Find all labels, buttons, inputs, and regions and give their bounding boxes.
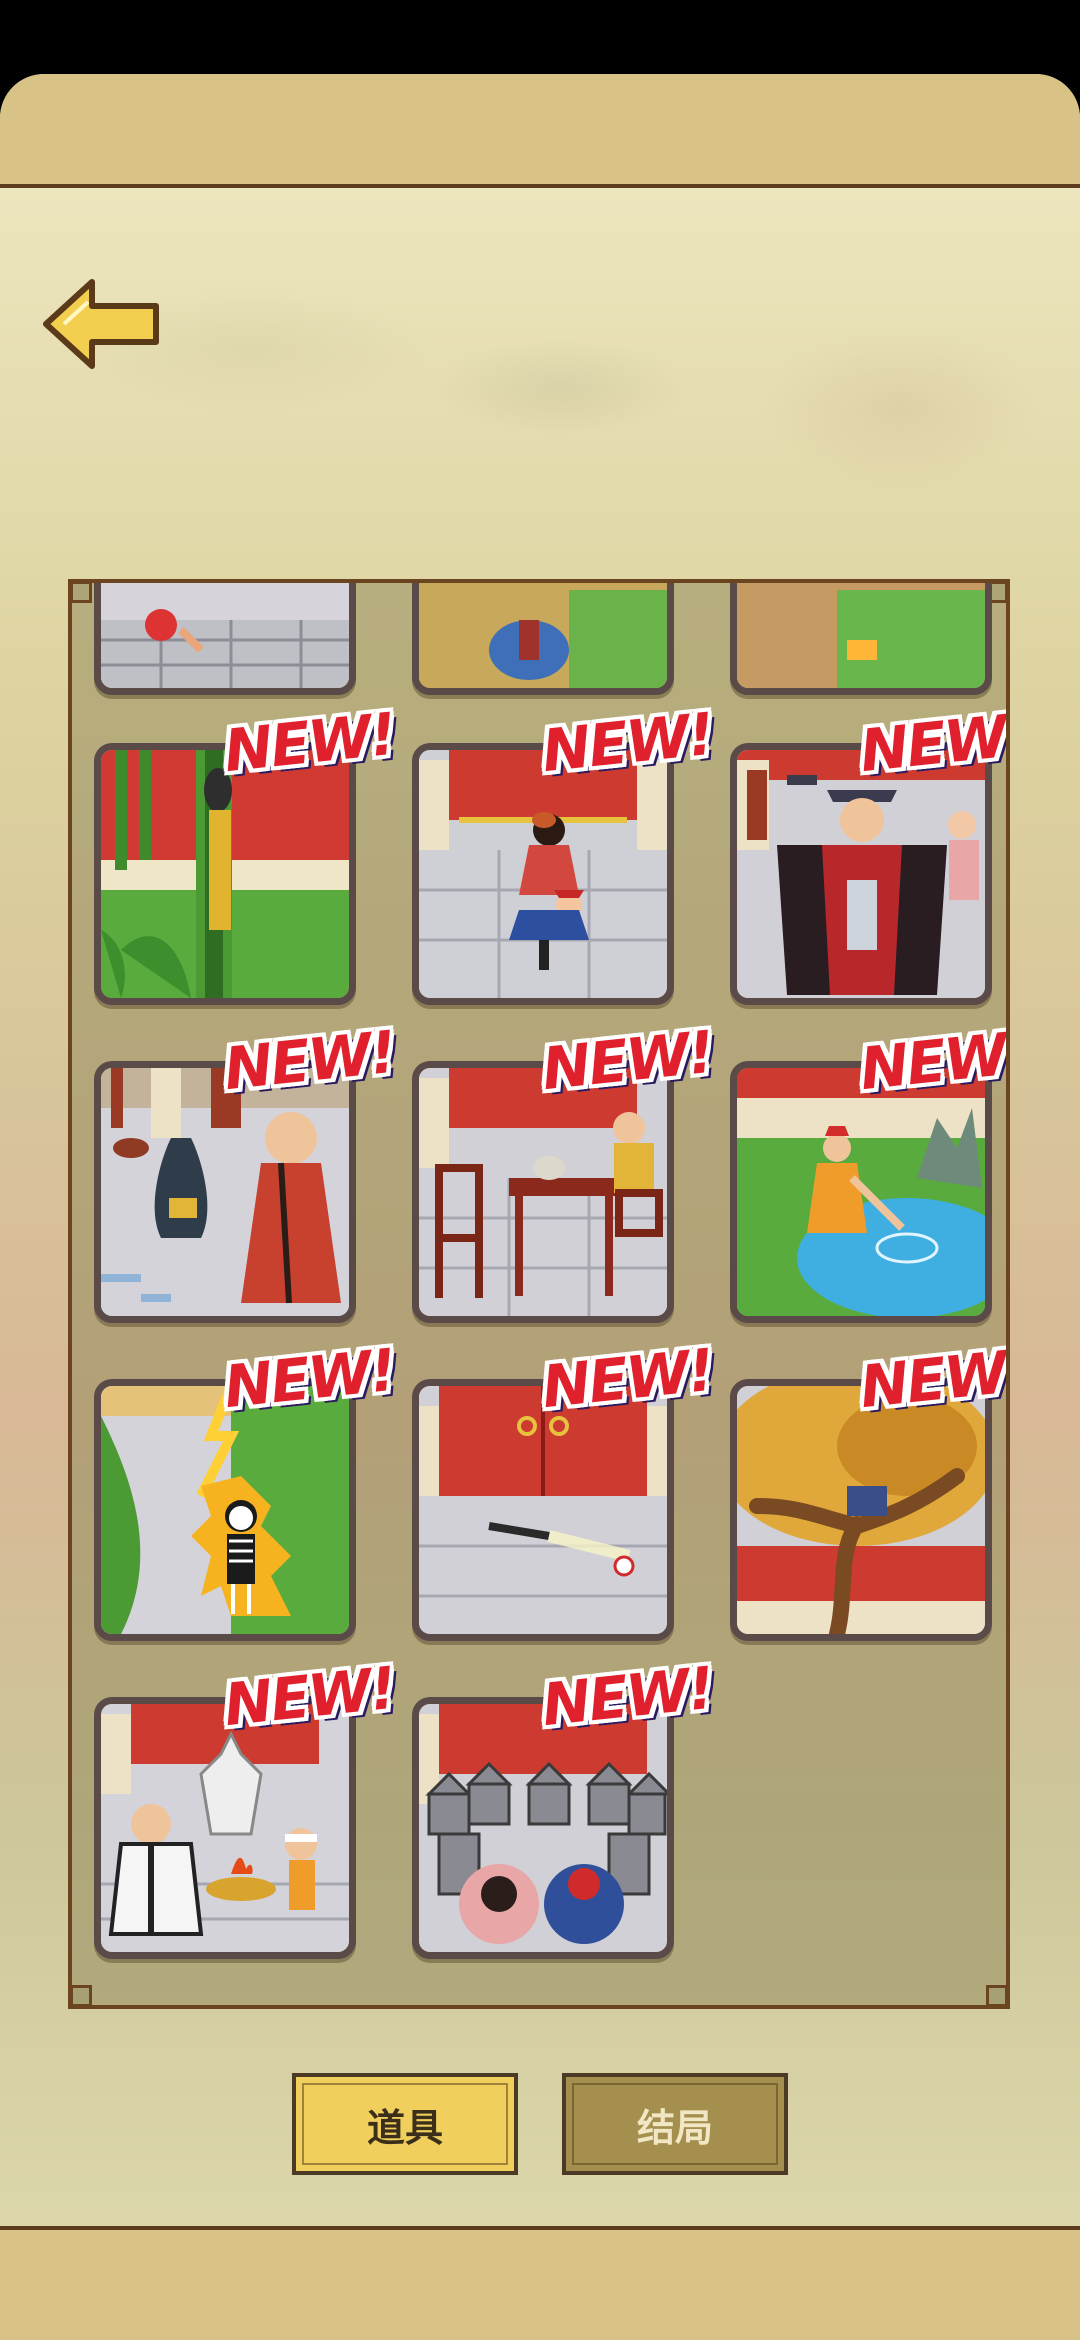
tab-endings-label: 结局 xyxy=(636,2105,713,2150)
back-arrow-button[interactable] xyxy=(40,274,164,374)
ending-card-brazier-ghost[interactable] xyxy=(94,1697,356,1959)
ending-card-partial-2[interactable] xyxy=(412,583,674,695)
endings-gallery-panel: NEW! NEW! NEW! NEW! NEW! NEW! NEW! NEW! … xyxy=(68,579,1010,2009)
tab-items-button[interactable]: 道具 xyxy=(292,2073,518,2175)
top-bar xyxy=(0,74,1080,188)
game-screen: NEW! NEW! NEW! NEW! NEW! NEW! NEW! NEW! … xyxy=(0,74,1080,2340)
ending-card-partial-1[interactable] xyxy=(94,583,356,695)
ending-card-official-robe[interactable] xyxy=(730,743,992,1005)
tab-endings-button[interactable]: 结局 xyxy=(562,2073,788,2175)
ending-card-lightning-skeleton[interactable] xyxy=(94,1379,356,1641)
ending-card-pond-fishing[interactable] xyxy=(730,1061,992,1323)
bottom-bar xyxy=(0,2226,1080,2340)
left-arrow-icon xyxy=(43,279,159,369)
ending-card-autumn-tree[interactable] xyxy=(730,1379,992,1641)
ending-card-tree-hanging[interactable] xyxy=(94,743,356,1005)
tab-items-label: 道具 xyxy=(366,2105,443,2150)
ending-card-empress-official[interactable] xyxy=(412,743,674,1005)
ending-card-tea-table[interactable] xyxy=(412,1061,674,1323)
ending-card-gate-arrow[interactable] xyxy=(412,1379,674,1641)
ending-card-soldier-crowd[interactable] xyxy=(412,1697,674,1959)
card-grid xyxy=(72,583,1006,2005)
ending-card-partial-3[interactable] xyxy=(730,583,992,695)
ending-card-broken-vase[interactable] xyxy=(94,1061,356,1323)
